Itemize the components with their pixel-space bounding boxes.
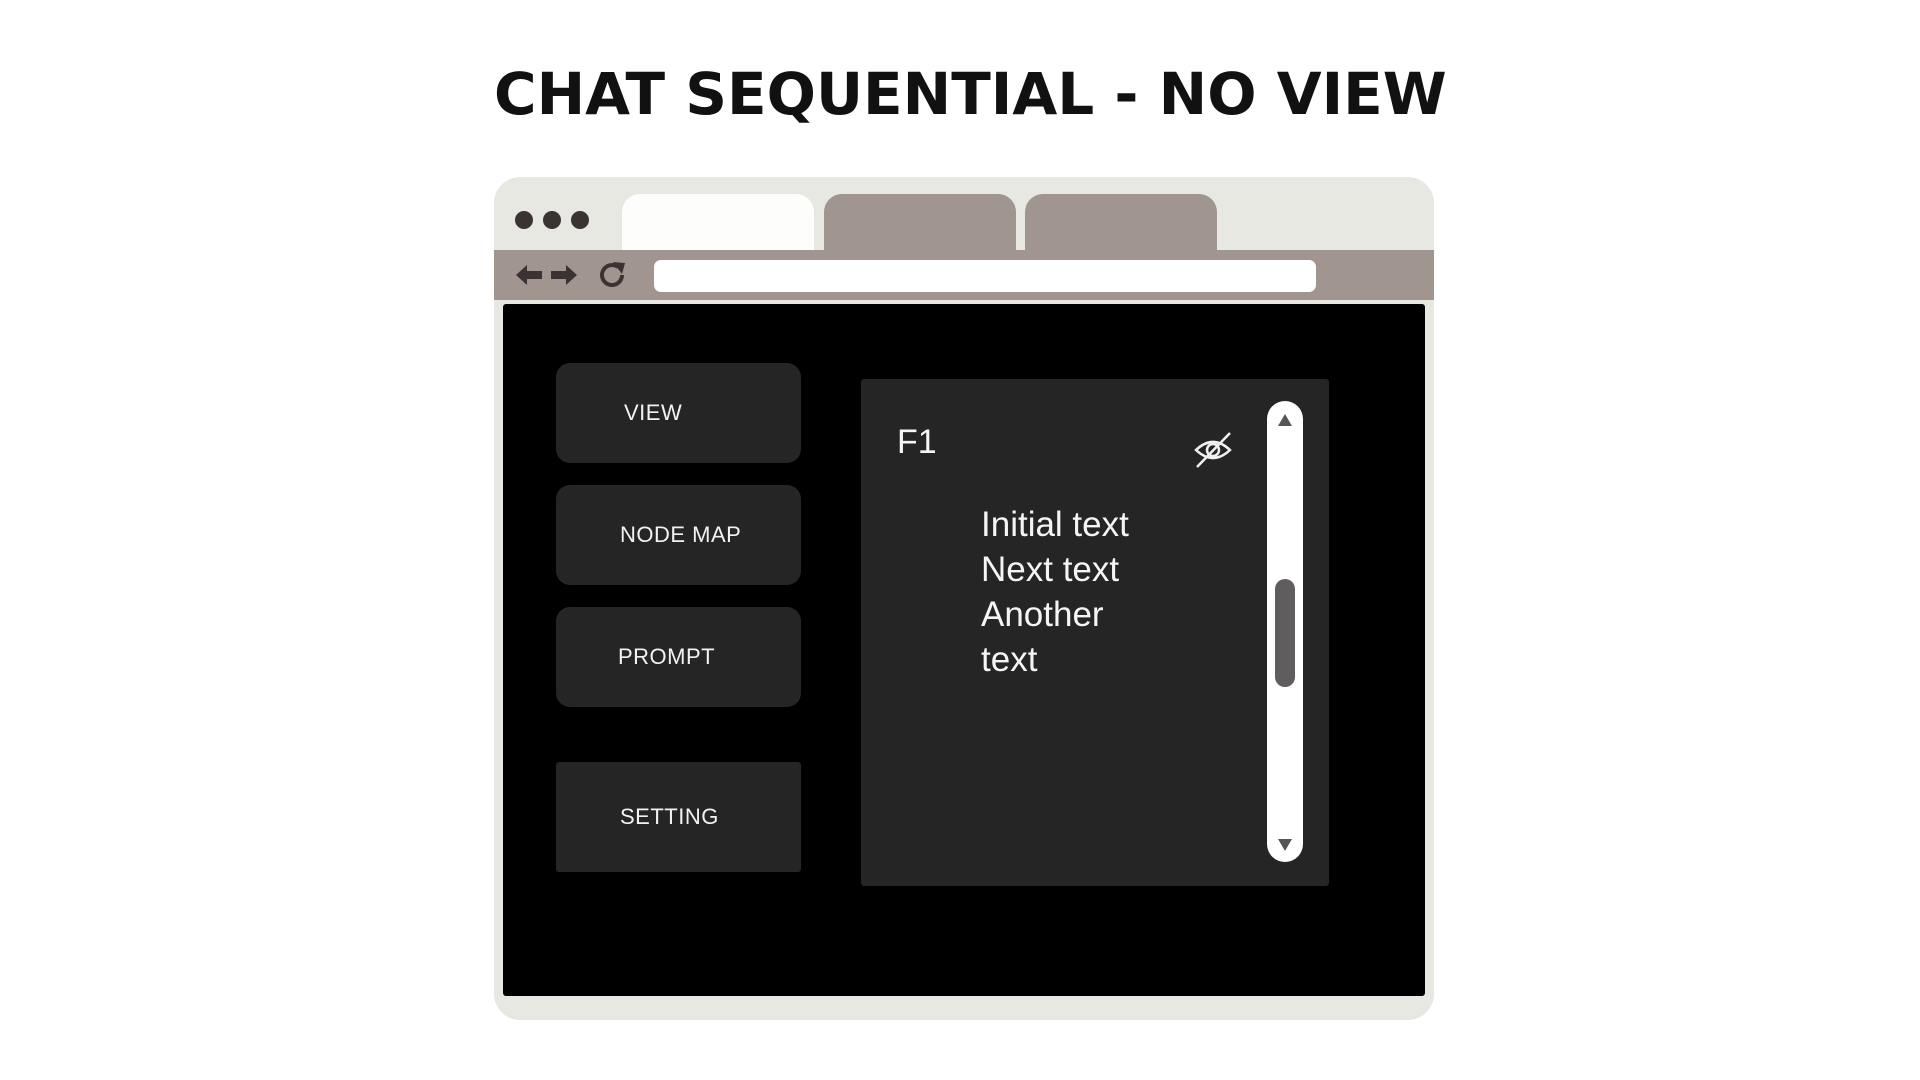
message-line: text — [981, 640, 1038, 679]
browser-toolbar — [494, 250, 1434, 300]
window-controls — [515, 211, 589, 229]
window-dot-icon[interactable] — [543, 211, 561, 229]
app-viewport: VIEW NODE MAP PROMPT SETTING F1 Initial … — [503, 304, 1425, 996]
window-dot-icon[interactable] — [515, 211, 533, 229]
vertical-scrollbar[interactable] — [1267, 401, 1303, 862]
forward-arrow-icon[interactable] — [549, 260, 579, 290]
reload-icon[interactable] — [596, 259, 628, 291]
scroll-up-icon[interactable] — [1278, 414, 1292, 426]
chat-panel: F1 Initial text Next text Another text — [861, 379, 1329, 886]
prompt-button[interactable]: PROMPT — [556, 607, 801, 707]
back-arrow-icon[interactable] — [514, 260, 544, 290]
message-lines: Initial text Next text Another text — [981, 502, 1129, 682]
node-map-button[interactable]: NODE MAP — [556, 485, 801, 585]
message-line: Next text — [981, 550, 1120, 589]
panel-label: F1 — [897, 423, 937, 461]
tab-1[interactable] — [622, 194, 814, 252]
tab-3[interactable] — [1025, 194, 1217, 252]
window-dot-icon[interactable] — [571, 211, 589, 229]
scroll-down-icon[interactable] — [1278, 839, 1292, 851]
address-bar[interactable] — [654, 260, 1316, 292]
browser-window: VIEW NODE MAP PROMPT SETTING F1 Initial … — [494, 177, 1434, 1020]
view-button[interactable]: VIEW — [556, 363, 801, 463]
message-line: Initial text — [981, 505, 1129, 544]
page-title: CHAT SEQUENTIAL - NO VIEW — [494, 60, 1447, 128]
tab-2[interactable] — [824, 194, 1016, 252]
message-line: Another — [981, 595, 1104, 634]
scroll-thumb[interactable] — [1275, 579, 1295, 687]
setting-button[interactable]: SETTING — [556, 762, 801, 872]
eye-off-icon[interactable] — [1193, 431, 1233, 469]
